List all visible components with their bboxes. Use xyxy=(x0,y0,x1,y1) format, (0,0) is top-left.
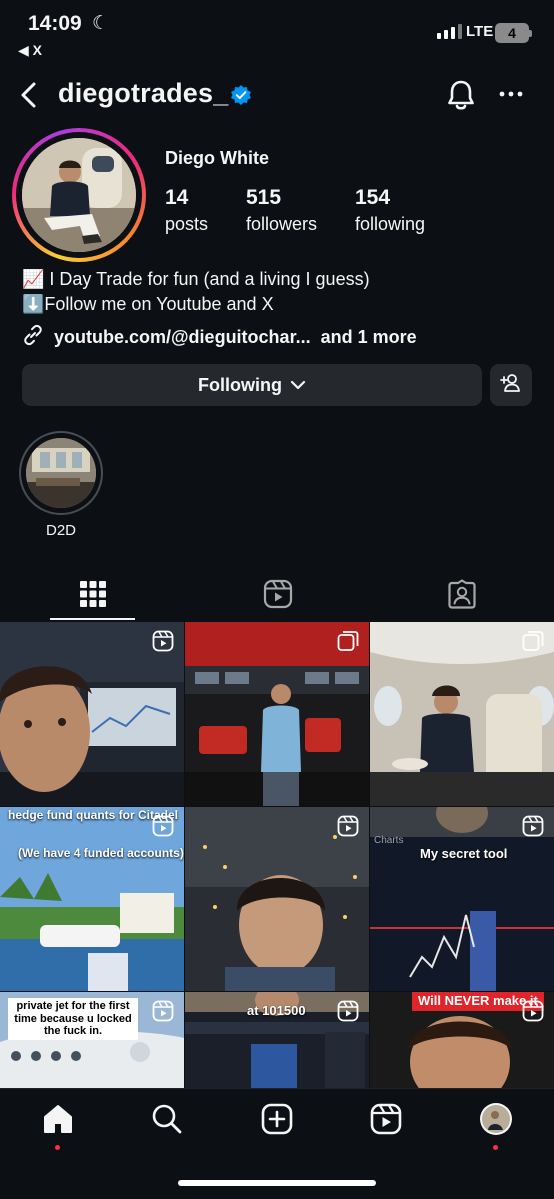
nav-create[interactable] xyxy=(259,1103,295,1139)
profile-username: diegotrades_ xyxy=(58,78,229,108)
highlight-cover xyxy=(26,438,96,508)
reel-badge-icon xyxy=(522,1000,544,1022)
reels-icon xyxy=(369,1102,403,1141)
reel-badge-icon xyxy=(152,1000,174,1022)
nav-home[interactable] xyxy=(40,1103,76,1139)
home-icon xyxy=(41,1102,75,1141)
post-thumbnail[interactable]: at 101500 xyxy=(185,992,369,1088)
nav-search[interactable] xyxy=(149,1103,185,1139)
home-indicator-bar xyxy=(178,1180,376,1186)
bio-link[interactable]: youtube.com/@dieguitochar... and 1 more xyxy=(22,324,417,351)
highlight-label: D2D xyxy=(45,522,76,539)
carousel-badge-icon xyxy=(522,630,544,652)
following-count[interactable]: 154 following xyxy=(355,186,425,235)
suggested-users-button[interactable] xyxy=(490,364,532,406)
post-thumbnail[interactable]: Charts My secret tool xyxy=(370,807,554,991)
reel-badge-icon xyxy=(152,815,174,837)
nav-reels[interactable] xyxy=(368,1103,404,1139)
reels-icon xyxy=(263,579,293,614)
back-to-app-link[interactable]: ◀ X xyxy=(18,42,42,59)
link-url[interactable]: youtube.com/@dieguitochar... xyxy=(54,327,311,348)
bio-line: ⬇️Follow me on Youtube and X xyxy=(22,294,274,314)
profile-header: diegotrades_ xyxy=(0,70,554,120)
carousel-badge-icon xyxy=(337,630,359,652)
tagged-person-icon xyxy=(447,578,477,614)
plus-square-icon xyxy=(260,1102,294,1141)
tab-posts-grid[interactable] xyxy=(0,570,185,622)
post-thumbnail[interactable] xyxy=(370,622,554,806)
post-caption-overlay: Charts xyxy=(374,835,404,846)
search-icon xyxy=(150,1102,184,1141)
post-thumbnail[interactable]: private jet for the first time because u… xyxy=(0,992,184,1088)
followers-count[interactable]: 515 followers xyxy=(246,186,317,235)
post-caption-overlay: private jet for the first time because u… xyxy=(8,998,138,1040)
profile-activity-dot xyxy=(493,1145,498,1150)
home-activity-dot xyxy=(55,1145,60,1150)
tab-reels[interactable] xyxy=(185,570,370,622)
profile-avatar[interactable] xyxy=(12,128,146,262)
post-thumbnail[interactable] xyxy=(185,807,369,991)
notification-bell-icon[interactable] xyxy=(445,78,477,112)
tab-tagged[interactable] xyxy=(369,570,554,622)
reel-badge-icon xyxy=(522,815,544,837)
reel-badge-icon xyxy=(337,1000,359,1022)
post-caption-overlay: (We have 4 funded accounts) xyxy=(18,846,184,860)
avatar-photo xyxy=(22,138,136,252)
network-type: LTE xyxy=(466,23,494,40)
grid-icon xyxy=(79,580,107,613)
status-bar: 14:09 ☾ ◀ X LTE 4 xyxy=(0,0,554,62)
post-caption-overlay: My secret tool xyxy=(420,846,508,861)
more-options-icon[interactable] xyxy=(497,82,525,106)
profile-tabs xyxy=(0,570,554,622)
reel-badge-icon xyxy=(152,630,174,652)
nav-profile[interactable] xyxy=(478,1102,514,1141)
profile-avatar-icon xyxy=(479,1102,513,1141)
following-label: Following xyxy=(198,374,282,395)
add-person-icon xyxy=(500,373,522,398)
focus-moon-icon: ☾ xyxy=(92,13,110,34)
back-arrow-icon[interactable] xyxy=(14,78,44,112)
posts-count[interactable]: 14 posts xyxy=(165,186,208,235)
chevron-down-icon xyxy=(290,375,306,396)
reel-badge-icon xyxy=(337,815,359,837)
verified-badge-icon xyxy=(230,84,252,106)
post-thumbnail[interactable]: Will NEVER make it xyxy=(370,992,554,1088)
link-icon xyxy=(22,324,44,351)
post-caption-overlay: at 101500 xyxy=(247,1003,306,1018)
active-tab-indicator xyxy=(50,618,135,620)
post-thumbnail[interactable] xyxy=(0,622,184,806)
story-highlight[interactable] xyxy=(19,431,103,515)
status-time: 14:09 xyxy=(28,12,82,35)
battery-icon: 4 xyxy=(495,23,532,43)
bio-line: 📈 I Day Trade for fun (and a living I gu… xyxy=(22,269,370,289)
profile-full-name: Diego White xyxy=(165,148,269,168)
following-button[interactable]: Following xyxy=(22,364,482,406)
link-more[interactable]: and 1 more xyxy=(321,327,417,348)
post-thumbnail[interactable]: hedge fund quants for Citadel (We have 4… xyxy=(0,807,184,991)
signal-icon xyxy=(437,24,462,39)
post-thumbnail[interactable] xyxy=(185,622,369,806)
